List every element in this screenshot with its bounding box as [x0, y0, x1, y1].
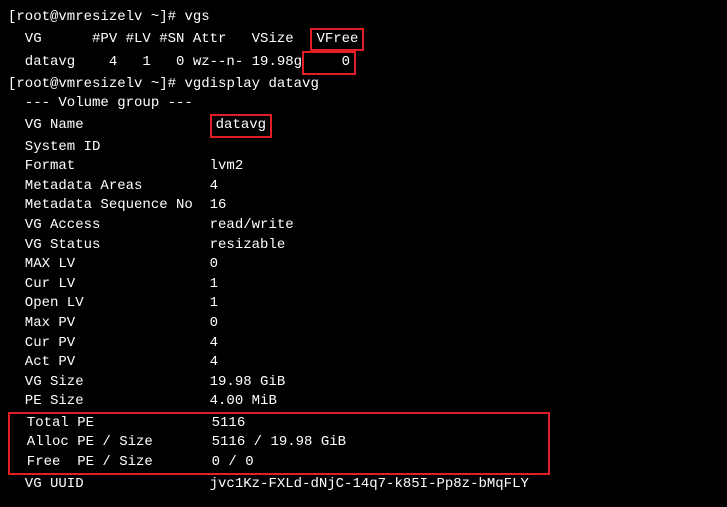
vgs-row-pre: datavg 4 1 0 wz--n- 19.98g: [8, 54, 302, 70]
prompt-line-1: [root@vmresizelv ~]# vgs: [8, 8, 719, 28]
command-vgdisplay: vgdisplay datavg: [184, 76, 318, 92]
systemid-line: System ID: [8, 138, 719, 158]
terminal-output: [root@vmresizelv ~]# vgs VG #PV #LV #SN …: [8, 8, 719, 494]
vguuid-line: VG UUID jvc1Kz-FXLd-dNjC-14q7-k85I-Pp8z-…: [8, 475, 719, 495]
shell-prompt: [root@vmresizelv ~]#: [8, 9, 184, 25]
vgsize-line: VG Size 19.98 GiB: [8, 373, 719, 393]
curpv-line: Cur PV 4: [8, 334, 719, 354]
allocpe-line: Alloc PE / Size 5116 / 19.98 GiB: [10, 433, 548, 453]
actpv-line: Act PV 4: [8, 353, 719, 373]
maxlv-line: MAX LV 0: [8, 255, 719, 275]
vgs-header: VG #PV #LV #SN Attr VSize VFree: [8, 28, 719, 52]
shell-prompt-2: [root@vmresizelv ~]#: [8, 76, 184, 92]
vgstatus-line: VG Status resizable: [8, 236, 719, 256]
pe-highlight-block: Total PE 5116 Alloc PE / Size 5116 / 19.…: [8, 412, 550, 475]
vfree-value-highlight: 0: [302, 51, 356, 75]
freepe-line: Free PE / Size 0 / 0: [10, 453, 548, 473]
vgname-label: VG Name: [8, 117, 210, 133]
vgs-row: datavg 4 1 0 wz--n- 19.98g 0: [8, 51, 719, 75]
totalpe-line: Total PE 5116: [10, 414, 548, 434]
prompt-line-2: [root@vmresizelv ~]# vgdisplay datavg: [8, 75, 719, 95]
metaareas-line: Metadata Areas 4: [8, 177, 719, 197]
metaseq-line: Metadata Sequence No 16: [8, 196, 719, 216]
vgname-line: VG Name datavg: [8, 114, 719, 138]
vgaccess-line: VG Access read/write: [8, 216, 719, 236]
curlv-line: Cur LV 1: [8, 275, 719, 295]
vgdisplay-section: --- Volume group ---: [8, 94, 719, 114]
command-vgs: vgs: [184, 9, 209, 25]
vgs-header-pre: VG #PV #LV #SN Attr VSize: [8, 31, 310, 47]
vgname-value-highlight: datavg: [210, 114, 272, 138]
vfree-header-highlight: VFree: [310, 28, 364, 52]
openlv-line: Open LV 1: [8, 294, 719, 314]
maxpv-line: Max PV 0: [8, 314, 719, 334]
pesize-line: PE Size 4.00 MiB: [8, 392, 719, 412]
format-line: Format lvm2: [8, 157, 719, 177]
